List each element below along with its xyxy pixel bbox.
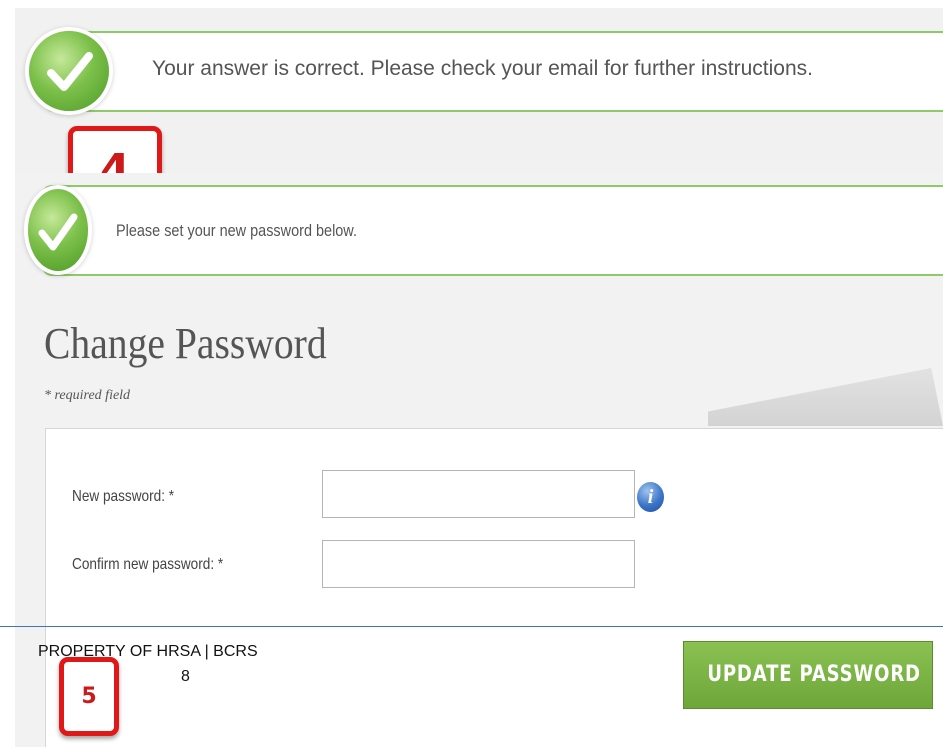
correct-answer-message: Your answer is correct. Please check you… (152, 57, 813, 80)
confirm-password-label: Confirm new password: * (72, 556, 224, 573)
footer-property-text: PROPERTY OF HRSA | BCRS (38, 643, 258, 660)
checkmark-icon (29, 31, 109, 111)
required-field-note: * required field (44, 388, 131, 403)
footer-page-number: 8 (181, 668, 190, 685)
new-password-label: New password: * (72, 488, 175, 505)
update-password-button[interactable]: UPDATE PASSWORD (683, 641, 933, 709)
new-password-input[interactable] (322, 470, 635, 518)
checkmark-icon (28, 189, 88, 271)
page-title: Change Password (44, 319, 327, 368)
confirm-password-input[interactable] (322, 540, 635, 588)
update-password-label: UPDATE PASSWORD (707, 662, 921, 687)
footer-divider (0, 626, 943, 627)
set-password-message: Please set your new password below. (116, 221, 357, 240)
info-icon[interactable]: i (637, 482, 664, 512)
correct-answer-alert: Your answer is correct. Please check you… (44, 31, 943, 112)
step-5-badge: 5 (59, 657, 119, 736)
set-password-alert: Please set your new password below. (42, 185, 943, 276)
